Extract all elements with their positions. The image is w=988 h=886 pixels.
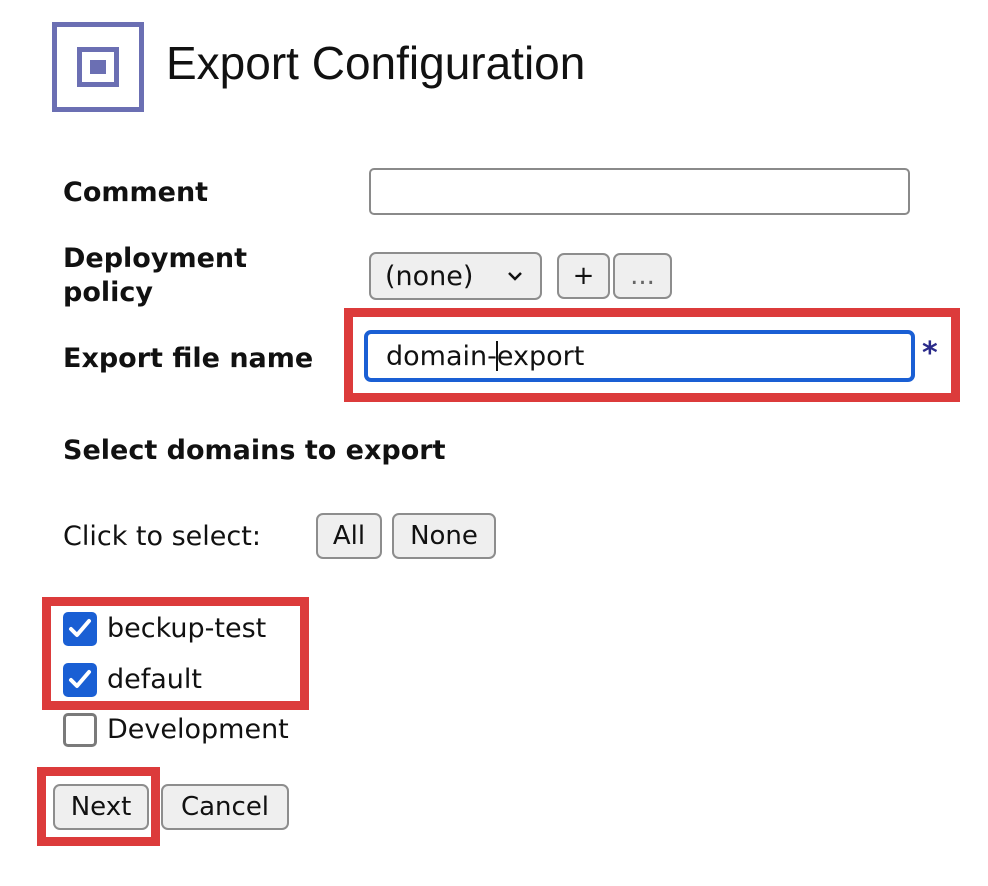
domain-label-development[interactable]: Development [107,713,289,747]
domain-checkbox-development[interactable] [63,713,97,747]
select-domains-heading: Select domains to export [63,435,446,466]
deployment-policy-label-line1: Deployment [63,243,248,274]
comment-input[interactable] [369,168,910,215]
deployment-policy-select[interactable]: (none) [369,252,542,300]
page-title: Export Configuration [166,37,586,89]
chevron-down-icon [506,264,524,295]
edit-policy-button[interactable]: ... [613,253,672,299]
deployment-policy-label-line2: policy [63,277,153,308]
comment-label: Comment [63,177,209,208]
highlight-next-button [37,767,160,846]
select-all-button[interactable]: All [316,513,382,559]
cancel-button[interactable]: Cancel [161,784,289,830]
highlight-export-file-name [344,308,960,402]
export-file-name-label: Export file name [63,343,314,374]
app-logo-icon [52,22,144,112]
click-to-select-label: Click to select: [63,521,261,552]
add-policy-button[interactable]: + [557,253,610,299]
highlight-checked-domains [42,597,309,710]
select-none-button[interactable]: None [392,513,496,559]
deployment-policy-selected-value: (none) [385,260,474,292]
deployment-policy-label: Deployment policy [63,242,247,310]
